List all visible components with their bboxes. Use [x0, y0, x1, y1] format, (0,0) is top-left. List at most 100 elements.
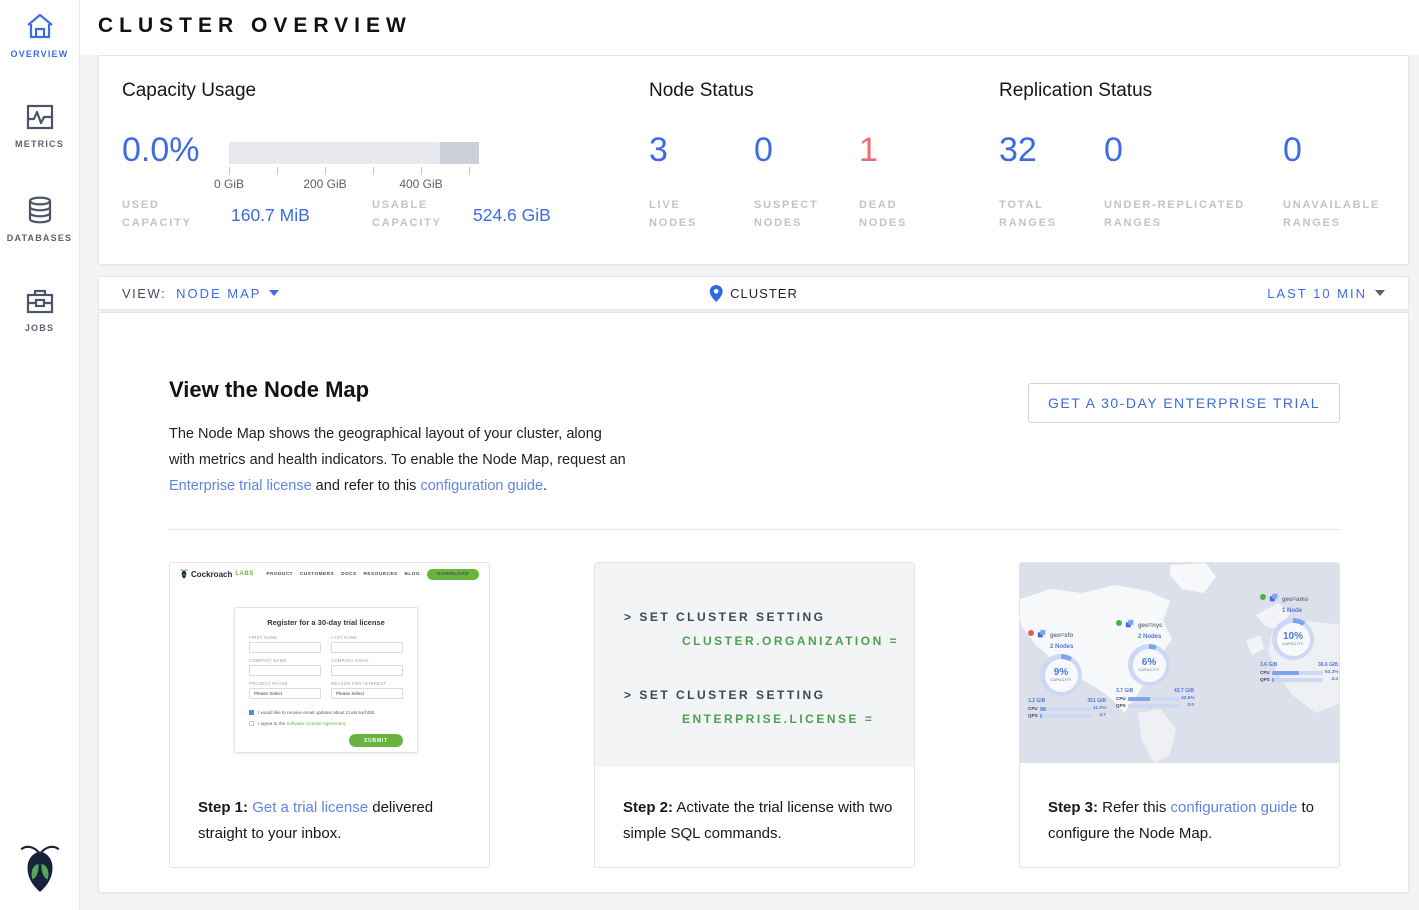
- nav-product: PRODUCT: [266, 572, 293, 577]
- company-name-field: [249, 665, 321, 676]
- sql-setting: ENTERPRISE.LICENSE =: [682, 707, 914, 731]
- desc-text: and refer to this: [312, 478, 421, 494]
- enterprise-trial-license-link[interactable]: Enterprise trial license: [169, 478, 312, 494]
- submit-button: SUBMIT: [349, 734, 403, 747]
- jobs-icon: [26, 288, 54, 314]
- node-locality-widget: geo=sfo2 Nodes 9%CAPACITY 3.2 GiB351 GiB…: [1028, 629, 1106, 720]
- sidebar: OVERVIEW METRICS DATABASES: [0, 0, 80, 910]
- cluster-summary-panel: Capacity Usage 0.0% 0 GiB 200 GiB 400 Gi…: [98, 55, 1409, 265]
- total-ranges-value: 32: [999, 132, 1037, 168]
- chevron-down-icon: [1375, 290, 1385, 296]
- nav-resources: RESOURCES: [364, 572, 398, 577]
- live-nodes-value: 3: [649, 132, 668, 168]
- trial-registration-form: Register for a 30-day trial license FIRS…: [234, 607, 418, 753]
- node-status-title: Node Status: [649, 80, 754, 102]
- section-divider: [169, 529, 1340, 530]
- suspect-nodes-label: SUSPECTNODES: [754, 196, 819, 232]
- step1-caption: Step 1: Get a trial license delivered st…: [198, 795, 471, 847]
- node-map-heading: View the Node Map: [169, 377, 369, 403]
- status-dot-green-icon: [1260, 594, 1266, 600]
- status-dot-red-icon: [1028, 630, 1034, 636]
- nav-customers: CUSTOMERS: [300, 572, 334, 577]
- page-title: CLUSTER OVERVIEW: [98, 14, 412, 38]
- view-selector-value: NODE MAP: [176, 286, 261, 301]
- desc-text: The Node Map shows the geographical layo…: [169, 426, 626, 468]
- sidebar-item-label: DATABASES: [7, 233, 72, 243]
- node-locality-widget: geo=ams1 Node 10%CAPACITY 3.6 GiB36.6 Gi…: [1260, 593, 1338, 684]
- sidebar-item-label: METRICS: [15, 139, 64, 149]
- view-bar: VIEW: NODE MAP CLUSTER LAST 10 MIN: [98, 276, 1409, 310]
- checkbox-icon: [249, 721, 254, 726]
- cockroach-labs-logo: [19, 843, 61, 898]
- used-capacity-value: 160.7 MiB: [231, 205, 310, 226]
- under-replicated-ranges-value: 0: [1104, 132, 1123, 168]
- node-locality-widget: geo=nyc2 Nodes 6%CAPACITY 3.7 GiB43.7 Gi…: [1116, 619, 1194, 710]
- step3-card: geo=sfo2 Nodes 9%CAPACITY 3.2 GiB351 GiB…: [1019, 562, 1340, 868]
- location-pin-icon: [709, 285, 722, 302]
- app-root: OVERVIEW METRICS DATABASES: [0, 0, 1419, 910]
- unavailable-ranges-value: 0: [1283, 132, 1302, 168]
- databases-icon: [27, 196, 53, 224]
- reason-select: Please Select: [331, 688, 403, 699]
- capacity-ring: 6%CAPACITY: [1128, 644, 1170, 686]
- time-range-dropdown[interactable]: LAST 10 MIN: [1267, 286, 1385, 301]
- email-updates-checkbox: I would like to receive email updates ab…: [249, 710, 403, 715]
- replication-status-title: Replication Status: [999, 80, 1152, 102]
- node-map-preview-image: geo=sfo2 Nodes 9%CAPACITY 3.2 GiB351 GiB…: [1020, 563, 1339, 763]
- cube-icon: [1269, 593, 1279, 603]
- capacity-usage-title: Capacity Usage: [122, 80, 256, 102]
- capacity-gauge-ticks: [229, 167, 479, 175]
- nav-blog: BLOG: [405, 572, 420, 577]
- cockroach-bug-icon: [19, 843, 61, 893]
- usable-capacity-value: 524.6 GiB: [473, 205, 551, 226]
- sql-setting: CLUSTER.ORGANIZATION =: [682, 629, 914, 653]
- first-name-field: [249, 642, 321, 653]
- suspect-nodes-value: 0: [754, 132, 773, 168]
- used-capacity-label: USEDCAPACITY: [122, 196, 192, 232]
- download-button: DOWNLOAD: [427, 569, 479, 580]
- dead-nodes-label: DEADNODES: [859, 196, 907, 232]
- sql-command: > SET CLUSTER SETTING: [624, 683, 914, 707]
- view-label: VIEW:: [122, 286, 166, 301]
- license-agreement-checkbox: I agree to the Software License Agreemen…: [249, 721, 403, 726]
- view-selector-dropdown[interactable]: NODE MAP: [176, 286, 279, 301]
- cube-icon: [1125, 619, 1135, 629]
- enterprise-trial-button[interactable]: GET A 30-DAY ENTERPRISE TRIAL: [1028, 383, 1340, 423]
- node-map-panel: View the Node Map The Node Map shows the…: [98, 312, 1409, 893]
- capacity-gauge-segment: [440, 142, 479, 164]
- capacity-ring: 10%CAPACITY: [1272, 618, 1314, 660]
- nav-docs: DOCS: [341, 572, 356, 577]
- cockroach-labs-site-logo: Cockroach LABS: [180, 569, 254, 579]
- sidebar-item-label: JOBS: [25, 323, 54, 333]
- cluster-scope-label: CLUSTER: [730, 286, 798, 301]
- metrics-icon: [26, 104, 54, 130]
- sidebar-item-metrics[interactable]: METRICS: [0, 104, 79, 184]
- project-phase-select: Please Select: [249, 688, 321, 699]
- configuration-guide-link[interactable]: configuration guide: [1171, 799, 1298, 816]
- sidebar-item-overview[interactable]: OVERVIEW: [0, 12, 79, 92]
- time-range-value: LAST 10 MIN: [1267, 286, 1367, 301]
- step2-card: > SET CLUSTER SETTING CLUSTER.ORGANIZATI…: [594, 562, 915, 868]
- live-nodes-label: LIVENODES: [649, 196, 697, 232]
- configuration-guide-link[interactable]: configuration guide: [420, 478, 543, 494]
- under-replicated-ranges-label: UNDER-REPLICATEDRANGES: [1104, 196, 1245, 232]
- sidebar-item-jobs[interactable]: JOBS: [0, 288, 79, 368]
- step2-caption: Step 2: Activate the trial license with …: [623, 795, 896, 847]
- cockroach-bug-icon: [180, 569, 188, 579]
- capacity-ring: 9%CAPACITY: [1040, 654, 1082, 696]
- company-email-field: [331, 665, 403, 676]
- cluster-scope: CLUSTER: [709, 285, 798, 302]
- gauge-tick-label: 400 GiB: [399, 177, 442, 191]
- usable-capacity-label: USABLECAPACITY: [372, 196, 442, 232]
- unavailable-ranges-label: UNAVAILABLERANGES: [1283, 196, 1380, 232]
- sidebar-item-label: OVERVIEW: [11, 49, 69, 59]
- get-trial-license-link[interactable]: Get a trial license: [252, 799, 368, 816]
- home-icon: [25, 12, 55, 40]
- sidebar-item-databases[interactable]: DATABASES: [0, 196, 79, 276]
- site-nav: PRODUCT CUSTOMERS DOCS RESOURCES BLOG DO…: [266, 569, 479, 580]
- sql-commands-snippet: > SET CLUSTER SETTING CLUSTER.ORGANIZATI…: [595, 563, 914, 767]
- form-title: Register for a 30-day trial license: [249, 618, 403, 627]
- node-map-description: The Node Map shows the geographical layo…: [169, 421, 631, 499]
- desc-text: .: [543, 478, 547, 494]
- cube-icon: [1037, 629, 1047, 639]
